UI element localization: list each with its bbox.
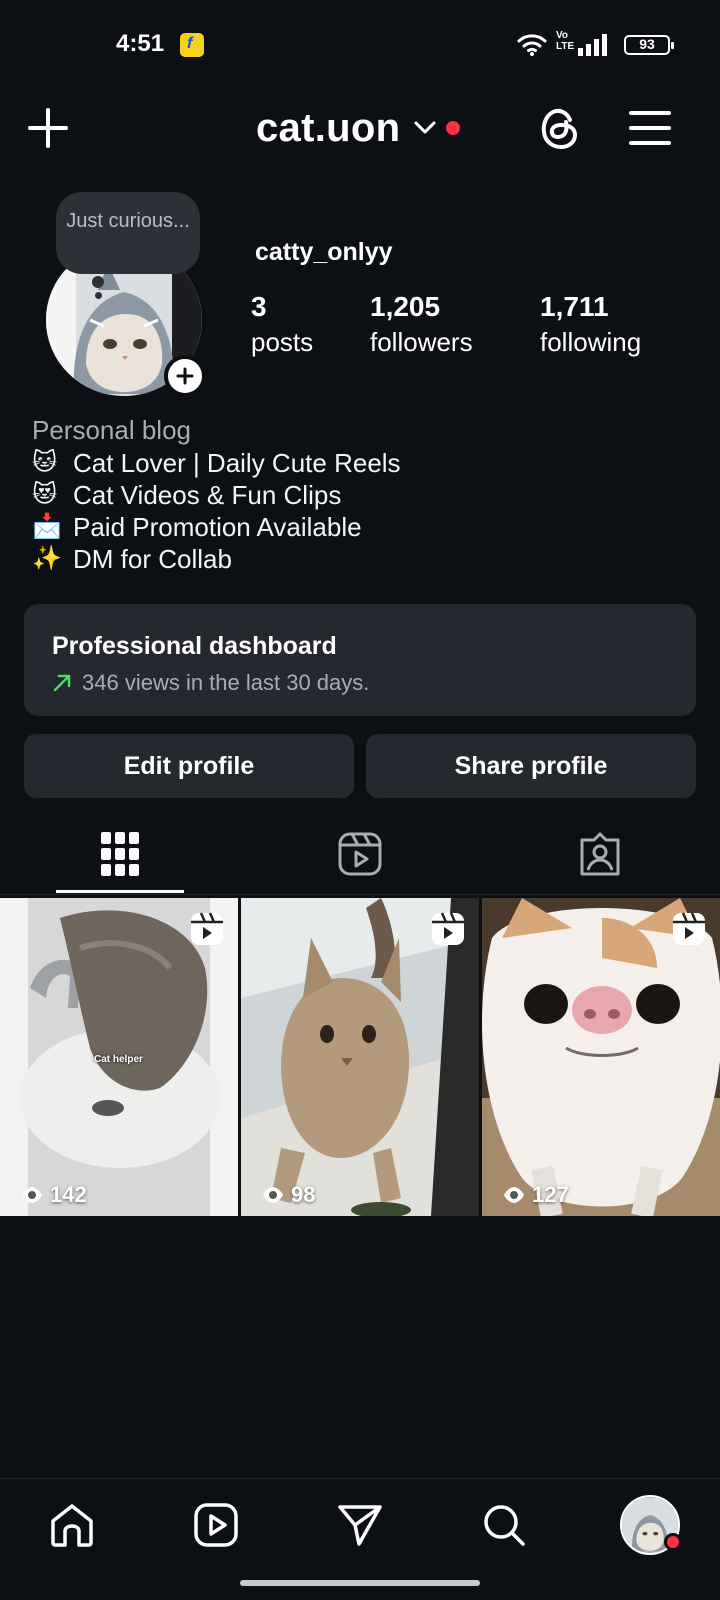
- tab-reels[interactable]: [296, 812, 424, 896]
- profile-notification-dot: [664, 1533, 682, 1551]
- stat-following[interactable]: 1,711 following: [540, 290, 641, 360]
- note-bubble-tail-small: [95, 292, 102, 299]
- share-profile-button[interactable]: Share profile: [366, 734, 696, 798]
- grid-icon: [101, 832, 139, 876]
- stat-value: 1,205: [370, 291, 441, 322]
- note-bubble-tail: [92, 276, 104, 288]
- bio-line: 😻 Cat Videos & Fun Clips: [32, 479, 692, 511]
- edit-profile-button[interactable]: Edit profile: [24, 734, 354, 798]
- stat-posts[interactable]: 3 posts: [251, 290, 313, 360]
- reel-badge-icon: [191, 912, 223, 945]
- volte-indicator: Vo LTE: [556, 30, 575, 52]
- play-count-icon: [504, 1187, 524, 1203]
- cat-emoji-icon: 🐱: [32, 449, 58, 476]
- dashboard-title: Professional dashboard: [52, 632, 337, 660]
- post-tile[interactable]: 127: [482, 898, 720, 1216]
- tab-posts-grid[interactable]: [56, 812, 184, 896]
- nav-search[interactable]: [472, 1493, 536, 1557]
- post-caption: Cat helper: [94, 1054, 143, 1065]
- create-button[interactable]: [22, 102, 74, 154]
- envelope-emoji-icon: 📩: [32, 513, 62, 540]
- tab-tagged[interactable]: [536, 812, 664, 896]
- note-bubble[interactable]: Just curious...: [56, 192, 200, 274]
- post-view-count: 142: [20, 1182, 87, 1208]
- reel-badge-icon: [673, 912, 705, 945]
- reel-badge-icon: [432, 912, 464, 945]
- note-text: Just curious...: [66, 210, 190, 232]
- display-name: catty_onlyy: [255, 238, 393, 266]
- account-switcher[interactable]: cat.uon: [256, 102, 461, 154]
- bio-line-text: Cat Lover | Daily Cute Reels: [73, 448, 401, 478]
- tagged-icon: [580, 832, 620, 876]
- posts-grid: Cat helper 142 98 127: [0, 898, 720, 1216]
- wifi-icon: [517, 34, 547, 56]
- reels-icon: [338, 832, 382, 876]
- dashboard-subtitle: 346 views in the last 30 days.: [52, 670, 369, 696]
- stat-label: following: [540, 327, 642, 357]
- nav-messages[interactable]: [328, 1493, 392, 1557]
- active-tab-indicator: [56, 890, 184, 893]
- stat-label: posts: [251, 327, 314, 357]
- post-tile[interactable]: Cat helper 142: [0, 898, 238, 1216]
- view-count-value: 98: [291, 1182, 316, 1207]
- stat-followers[interactable]: 1,205 followers: [370, 290, 473, 360]
- plus-icon: [28, 108, 68, 148]
- chevron-down-icon: [414, 121, 436, 134]
- bottom-nav: [0, 1479, 720, 1571]
- status-time: 4:51: [116, 30, 165, 57]
- bio-line: 📩 Paid Promotion Available: [32, 511, 692, 543]
- stat-value: 3: [251, 291, 267, 322]
- professional-dashboard-card[interactable]: Professional dashboard 346 views in the …: [24, 604, 696, 716]
- signal-icon: [578, 34, 607, 56]
- profile-header: cat.uon: [0, 92, 720, 164]
- bio-line: 🐱 Cat Lover | Daily Cute Reels: [32, 447, 692, 479]
- view-count-value: 142: [50, 1182, 87, 1207]
- battery-icon: 93: [624, 35, 674, 55]
- send-icon: [338, 1505, 382, 1546]
- reels-icon: [194, 1503, 238, 1547]
- stat-value: 1,711: [540, 291, 609, 322]
- sparkles-emoji-icon: ✨: [32, 545, 62, 572]
- plus-icon: [176, 367, 194, 385]
- play-count-icon: [22, 1187, 42, 1203]
- dashboard-views-text: 346 views in the last 30 days.: [82, 670, 370, 695]
- nav-reels[interactable]: [184, 1493, 248, 1557]
- stat-label: followers: [370, 327, 473, 357]
- play-count-icon: [263, 1187, 283, 1203]
- search-icon: [484, 1505, 525, 1546]
- bio-line-text: Paid Promotion Available: [73, 512, 362, 542]
- trend-up-icon: [53, 674, 71, 692]
- nav-home[interactable]: [40, 1493, 104, 1557]
- bio-line-text: DM for Collab: [73, 544, 232, 574]
- notification-dot: [446, 121, 461, 135]
- bio-line-text: Cat Videos & Fun Clips: [73, 480, 342, 510]
- view-count-value: 127: [532, 1182, 569, 1207]
- threads-icon: [541, 108, 578, 150]
- post-tile[interactable]: 98: [241, 898, 479, 1216]
- bio-category: Personal blog: [32, 415, 191, 445]
- menu-button[interactable]: [624, 102, 676, 154]
- heart-eyes-cat-emoji-icon: 😻: [32, 481, 58, 508]
- home-icon: [51, 1504, 93, 1547]
- status-bar: 4:51 f Vo LTE 93: [0, 0, 720, 92]
- battery-level: 93: [639, 36, 655, 52]
- bio-line: ✨ DM for Collab: [32, 543, 692, 575]
- add-story-button[interactable]: [164, 355, 206, 397]
- post-view-count: 98: [261, 1182, 315, 1208]
- flipkart-notification-icon: f: [180, 33, 204, 57]
- gesture-home-bar[interactable]: [240, 1580, 480, 1586]
- bio: Personal blog 🐱 Cat Lover | Daily Cute R…: [32, 413, 692, 575]
- menu-icon: [629, 111, 671, 145]
- threads-button[interactable]: [534, 102, 586, 154]
- header-username: cat.uon: [256, 105, 401, 150]
- post-view-count: 127: [502, 1182, 569, 1208]
- tab-divider: [0, 894, 720, 895]
